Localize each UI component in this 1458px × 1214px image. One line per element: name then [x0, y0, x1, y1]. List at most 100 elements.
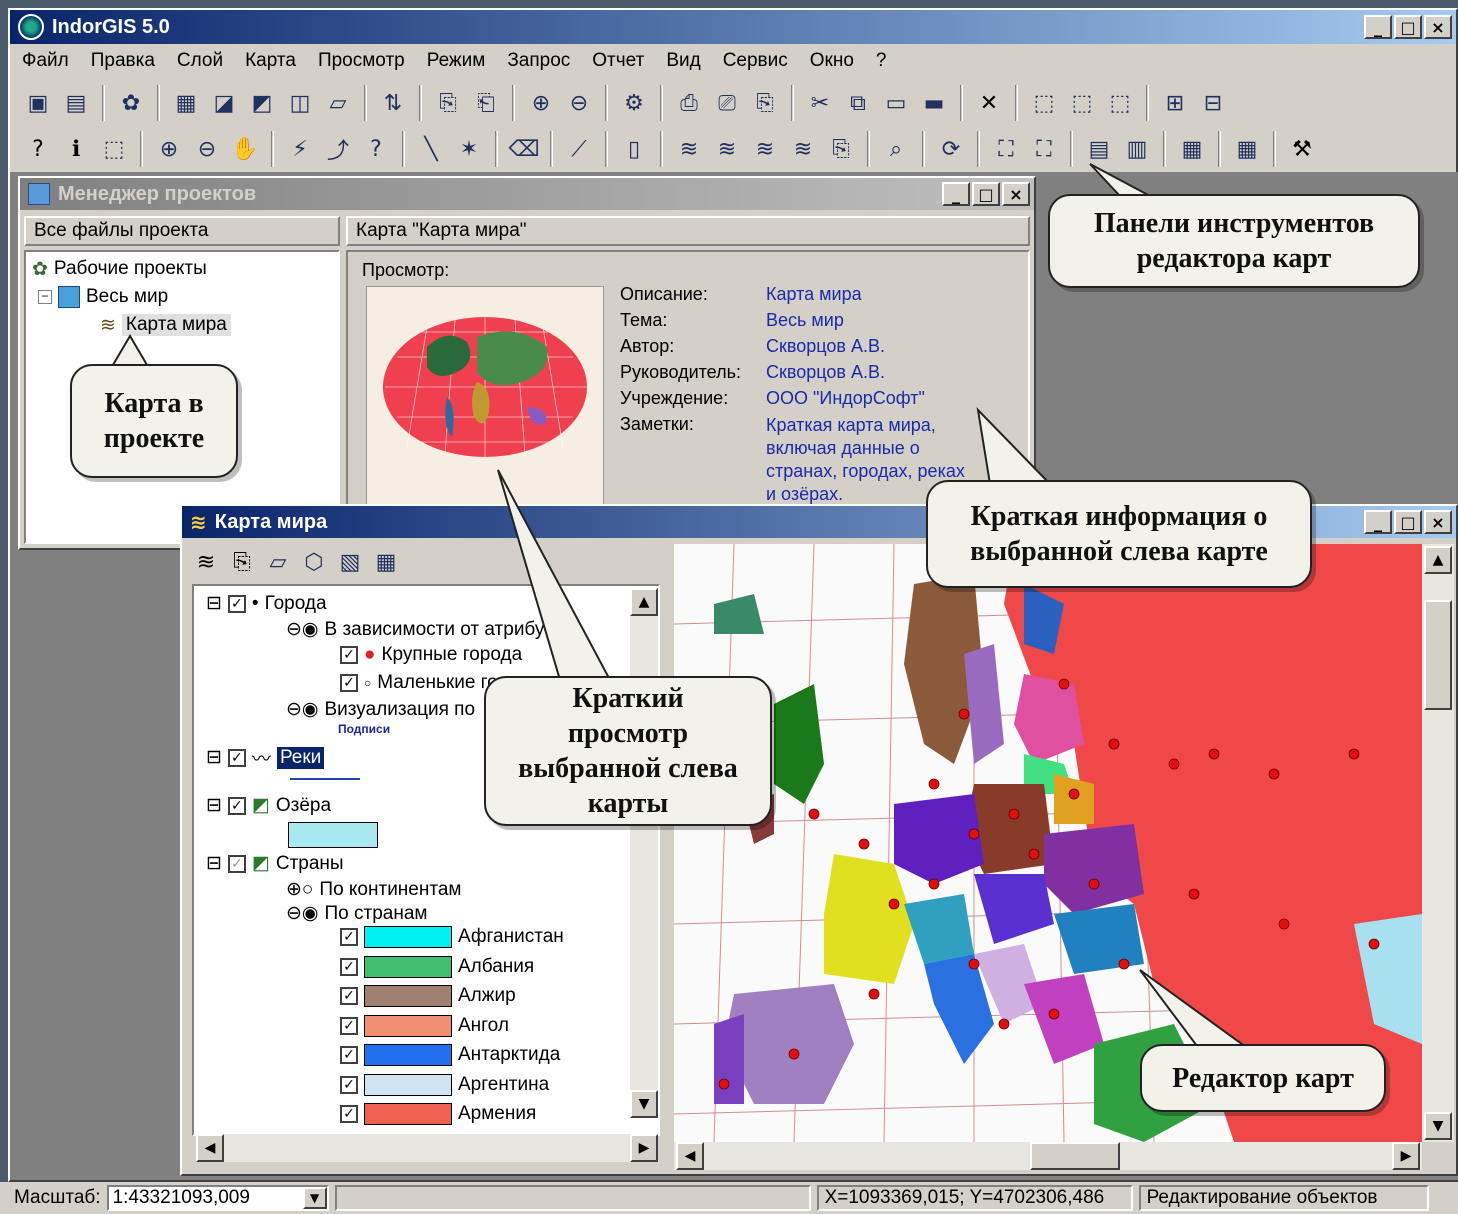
- legend-icon[interactable]: ▧: [334, 546, 366, 578]
- cities-checkbox[interactable]: ✓: [227, 594, 246, 613]
- delete-icon[interactable]: ✕: [973, 87, 1005, 119]
- scale-dropdown-icon[interactable]: ▼: [302, 1187, 327, 1209]
- country-legend-item[interactable]: ✓ Афганистан: [340, 926, 564, 948]
- country-legend-item[interactable]: ✓ Аргентина: [340, 1073, 549, 1096]
- radio-on-icon-2[interactable]: ⊖◉: [286, 698, 319, 721]
- country-checkbox[interactable]: ✓: [340, 987, 358, 1005]
- map-scroll-down[interactable]: ▼: [1424, 1112, 1452, 1140]
- new-map-icon[interactable]: ▦: [170, 87, 202, 119]
- country-checkbox[interactable]: ✓: [340, 1105, 358, 1123]
- menu-report[interactable]: Отчет: [592, 50, 644, 72]
- map-scroll-right[interactable]: ▶: [1392, 1142, 1420, 1170]
- country-legend-item[interactable]: ✓ Армения: [340, 1103, 536, 1125]
- map-hscroll-thumb[interactable]: [1030, 1142, 1120, 1170]
- map-vscroll[interactable]: ▲ ▼: [1422, 544, 1454, 1142]
- zoom-in-icon[interactable]: ⊕: [153, 133, 185, 165]
- menu-window[interactable]: Окно: [810, 50, 854, 72]
- group-icon[interactable]: ⊞: [1159, 87, 1191, 119]
- 3d-layer-icon[interactable]: ⬡: [298, 546, 330, 578]
- layer-remove-icon[interactable]: ⊖: [563, 87, 595, 119]
- query-icon[interactable]: ?: [360, 133, 392, 165]
- tree-item-work-projects[interactable]: ✿ Рабочие проекты: [32, 258, 207, 280]
- countries-checkbox[interactable]: ✓: [227, 854, 246, 873]
- open-map-icon[interactable]: ◪: [208, 87, 240, 119]
- open-project-icon[interactable]: ▤: [60, 87, 92, 119]
- ungroup-icon[interactable]: ⊟: [1197, 87, 1229, 119]
- rivers-checkbox[interactable]: ✓: [227, 748, 246, 767]
- map-properties-icon[interactable]: ◫: [284, 87, 316, 119]
- layer-add-icon[interactable]: ⊕: [525, 87, 557, 119]
- layers-up-icon[interactable]: ≋: [711, 133, 743, 165]
- layer-big-cities[interactable]: ✓ ● Крупные города: [340, 644, 522, 666]
- country-legend-item[interactable]: ✓ Албания: [340, 955, 534, 978]
- tree-scroll-left[interactable]: ◀: [196, 1134, 224, 1162]
- paste-special-icon[interactable]: ▬: [918, 87, 950, 119]
- map-maximize-button[interactable]: □: [1394, 510, 1422, 534]
- layer-settings-icon[interactable]: ⚙: [618, 87, 650, 119]
- menu-mode[interactable]: Режим: [427, 50, 486, 72]
- calendar-icon[interactable]: ▦: [1231, 133, 1263, 165]
- import-icon[interactable]: ⎘: [432, 87, 464, 119]
- style-by-country[interactable]: ⊖◉ По странам: [286, 902, 427, 925]
- map-vscroll-thumb[interactable]: [1424, 600, 1452, 710]
- zoom-selection-icon[interactable]: ⛶: [1028, 133, 1060, 165]
- country-checkbox[interactable]: ✓: [340, 1016, 358, 1035]
- scale-combo[interactable]: 1:43321093,009 ▼: [106, 1185, 329, 1211]
- menu-layer[interactable]: Слой: [177, 50, 223, 72]
- open-layer-icon[interactable]: ▱: [262, 546, 294, 578]
- map-hscroll[interactable]: ◀ ▶: [674, 1142, 1422, 1170]
- attach-icon[interactable]: ⎘: [226, 546, 258, 578]
- export-icon[interactable]: ⎗: [470, 87, 502, 119]
- pm-close-button[interactable]: ×: [1002, 182, 1030, 206]
- close-button[interactable]: ×: [1424, 15, 1452, 39]
- grid-icon[interactable]: ▦: [1176, 133, 1208, 165]
- layers-down-icon[interactable]: ≋: [673, 133, 705, 165]
- find-icon[interactable]: ⌕: [880, 133, 912, 165]
- radio-on-icon-3[interactable]: ⊖◉: [286, 902, 319, 925]
- country-checkbox[interactable]: ✓: [340, 1075, 358, 1094]
- draw-line-icon[interactable]: ╲: [415, 133, 447, 165]
- measure-icon[interactable]: ⚡: [284, 133, 316, 165]
- lakes-checkbox[interactable]: ✓: [227, 796, 246, 815]
- country-checkbox[interactable]: ✓: [340, 1046, 358, 1064]
- save-map-icon[interactable]: ◩: [246, 87, 278, 119]
- zoom-extent-icon[interactable]: ⛶: [990, 133, 1022, 165]
- layer-countries[interactable]: ⊟ ✓ ◩ Страны: [206, 852, 344, 875]
- map-close-button[interactable]: ×: [1424, 510, 1452, 534]
- country-legend-item[interactable]: ✓ Антарктида: [340, 1044, 560, 1066]
- tree-item-world-map[interactable]: ≋ Карта мира: [100, 314, 231, 336]
- eraser-icon[interactable]: ⌫: [508, 133, 540, 165]
- collapse-icon[interactable]: −: [38, 290, 52, 304]
- menu-appearance[interactable]: Вид: [666, 50, 700, 72]
- tools-icon[interactable]: ⚒: [1286, 133, 1318, 165]
- menu-edit[interactable]: Правка: [91, 50, 155, 72]
- menu-map[interactable]: Карта: [245, 50, 296, 72]
- menu-file[interactable]: Файл: [22, 50, 69, 72]
- layer-cities[interactable]: ⊟ ✓ • Города: [206, 592, 327, 615]
- print-icon[interactable]: ⎙: [673, 87, 705, 119]
- print-setup-icon[interactable]: ⎘: [749, 87, 781, 119]
- select-icon[interactable]: ⬚: [1028, 87, 1060, 119]
- projects-icon[interactable]: ✿: [115, 87, 147, 119]
- pan-hand-icon[interactable]: ✋: [229, 133, 261, 165]
- pm-maximize-button[interactable]: □: [972, 182, 1000, 206]
- country-legend-item[interactable]: ✓ Ангол: [340, 1014, 509, 1037]
- tree-scroll-up[interactable]: ▲: [630, 588, 658, 616]
- tree-scroll-right[interactable]: ▶: [630, 1134, 658, 1162]
- route-icon[interactable]: ⤴: [322, 133, 354, 165]
- layer-props-icon[interactable]: ▦: [370, 546, 402, 578]
- map-scroll-up[interactable]: ▲: [1424, 546, 1452, 574]
- select-add-icon[interactable]: ⬚: [1066, 87, 1098, 119]
- refresh-icon[interactable]: ⟳: [935, 133, 967, 165]
- tree-vscroll[interactable]: ▲ ▼: [630, 588, 658, 1118]
- menu-view[interactable]: Просмотр: [318, 50, 405, 72]
- radio-on-icon[interactable]: ⊖◉: [286, 618, 319, 641]
- country-checkbox[interactable]: ✓: [340, 957, 358, 976]
- radio-off-icon[interactable]: ⊕○: [286, 878, 313, 901]
- print-preview-icon[interactable]: ⎚: [711, 87, 743, 119]
- select-all-icon[interactable]: ⬚: [1104, 87, 1136, 119]
- layer-rivers[interactable]: ⊟ ✓ 〰 Реки: [206, 744, 325, 771]
- country-legend-item[interactable]: ✓ Алжир: [340, 985, 516, 1007]
- zoom-out-icon[interactable]: ⊖: [191, 133, 223, 165]
- new-project-icon[interactable]: ▣: [22, 87, 54, 119]
